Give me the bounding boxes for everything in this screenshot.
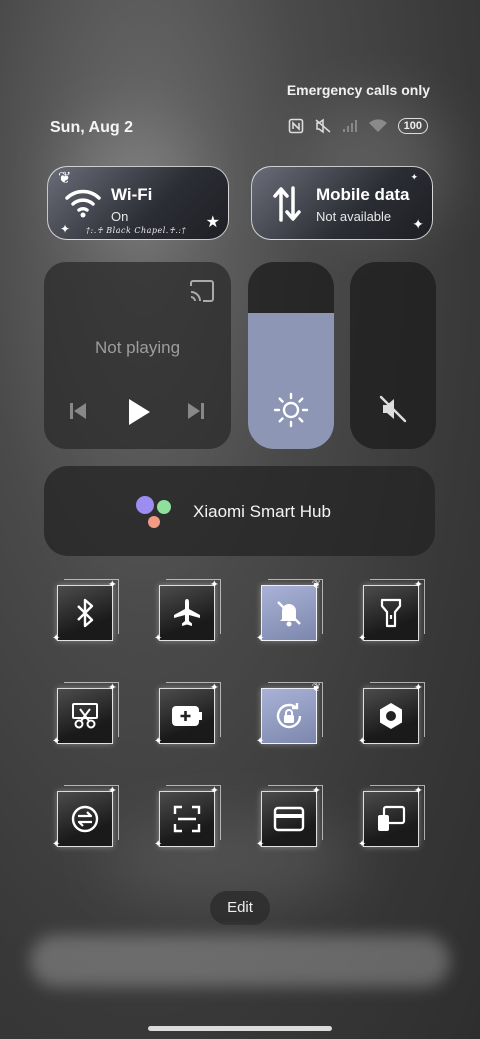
sync-toggle[interactable]: ✦ ✦: [52, 785, 119, 850]
sparkle-icon: ✦: [154, 839, 163, 850]
wifi-status: On: [111, 209, 129, 224]
battery-plus-icon: [172, 706, 202, 726]
sparkle-icon: ✦: [410, 172, 418, 182]
sparkle-icon: ✦: [256, 736, 265, 747]
smart-hub-label: Xiaomi Smart Hub: [193, 502, 331, 521]
sparkle-icon: ✦: [209, 785, 219, 797]
screenshot-toggle[interactable]: ✦ ✦: [52, 682, 119, 747]
sync-icon: [71, 805, 99, 833]
bell-off-icon: [277, 601, 301, 627]
mobile-data-title: Mobile data: [316, 185, 410, 204]
rotation-lock-toggle[interactable]: ❦ ✦: [256, 682, 323, 747]
wifi-banner-text: †:.♰ Black Chapel.♰.:†: [86, 226, 187, 235]
devices-icon: [378, 805, 406, 831]
card-icon: [273, 806, 305, 832]
sparkle-icon: ✦: [52, 736, 61, 747]
sparkle-icon: ✦: [413, 785, 423, 797]
edit-button[interactable]: Edit: [210, 891, 270, 925]
settings-toggle[interactable]: ✦ ✦: [358, 682, 425, 747]
sparkle-icon: ✦: [52, 839, 61, 850]
cast-devices-toggle[interactable]: ✦ ✦: [358, 785, 425, 850]
cast-icon[interactable]: [189, 280, 215, 302]
nfc-icon: [288, 118, 303, 134]
scanner-toggle[interactable]: ✦ ✦: [154, 785, 221, 850]
sparkle-icon: ✦: [209, 579, 219, 591]
flashlight-toggle[interactable]: ✦ ✦: [358, 579, 425, 644]
mobile-data-status: Not available: [316, 209, 392, 224]
sparkle-icon: ✦: [413, 682, 423, 694]
hub-logo-icon: [136, 496, 171, 528]
butterfly-icon: ❦: [58, 170, 72, 187]
battery-saver-toggle[interactable]: ✦ ✦: [154, 682, 221, 747]
wifi-icon: [65, 189, 101, 218]
sparkle-icon: ✦: [413, 579, 423, 591]
dnd-toggle[interactable]: ❦ ✦: [256, 579, 323, 644]
rotation-lock-icon: [276, 703, 302, 729]
play-icon[interactable]: [126, 397, 152, 427]
home-indicator[interactable]: [148, 1026, 332, 1031]
star-icon: ★: [205, 214, 220, 231]
hexagon-nut-icon: [380, 703, 402, 729]
sparkle-icon: ✦: [107, 785, 117, 797]
scan-icon: [173, 805, 201, 833]
data-transfer-icon: [273, 186, 301, 222]
sparkle-icon: ✦: [154, 633, 163, 644]
sparkle-icon: ✦: [256, 839, 265, 850]
smart-hub-button[interactable]: Xiaomi Smart Hub: [44, 466, 435, 556]
sparkle-icon: ✦: [107, 579, 117, 591]
sparkle-icon: ✦: [107, 682, 117, 694]
card-toggle[interactable]: ✦ ✦: [256, 785, 323, 850]
wifi-tile[interactable]: Wi-Fi On ❦ ★ ✦ †:.♰ Black Chapel.♰.:†: [47, 166, 229, 240]
wifi-icon: [368, 119, 387, 132]
sparkle-icon: ✦: [358, 633, 367, 644]
sparkle-icon: ✦: [154, 736, 163, 747]
butterfly-icon: ❦: [311, 682, 321, 694]
sparkle-icon: ✦: [412, 216, 424, 232]
battery-indicator: 100: [397, 118, 428, 134]
status-icons: 100: [288, 118, 428, 134]
bluetooth-toggle[interactable]: ✦ ✦: [52, 579, 119, 644]
dock-blur: [30, 935, 450, 987]
sparkle-icon: ✦: [209, 682, 219, 694]
butterfly-icon: ❦: [311, 579, 321, 591]
sparkle-icon: ✦: [358, 839, 367, 850]
previous-track-icon[interactable]: [68, 401, 88, 421]
sparkle-icon: ✦: [358, 736, 367, 747]
bluetooth-icon: [77, 598, 94, 628]
sparkle-icon: ✦: [311, 785, 321, 797]
scissors-icon: [72, 703, 98, 729]
sparkle-icon: ✦: [60, 222, 71, 236]
brightness-fill: [248, 312, 334, 449]
signal-icon: [342, 120, 357, 132]
flashlight-icon: [380, 598, 402, 628]
wifi-title: Wi-Fi: [111, 185, 153, 204]
date-text: Sun, Aug 2: [50, 119, 133, 136]
volume-muted-icon: [379, 395, 407, 423]
sparkle-icon: ✦: [52, 633, 61, 644]
mute-icon: [315, 118, 331, 134]
mobile-data-tile[interactable]: Mobile data Not available ✦ ✦: [251, 166, 433, 240]
airplane-toggle[interactable]: ✦ ✦: [154, 579, 221, 644]
media-status: Not playing: [94, 338, 181, 357]
sparkle-icon: ✦: [256, 633, 265, 644]
volume-slider[interactable]: [350, 262, 436, 449]
brightness-slider[interactable]: [248, 262, 334, 449]
next-track-icon[interactable]: [186, 401, 206, 421]
brightness-icon: [273, 392, 309, 428]
airplane-icon: [174, 599, 200, 626]
media-player: Not playing: [44, 262, 231, 449]
carrier-status-text: Emergency calls only: [286, 82, 430, 98]
